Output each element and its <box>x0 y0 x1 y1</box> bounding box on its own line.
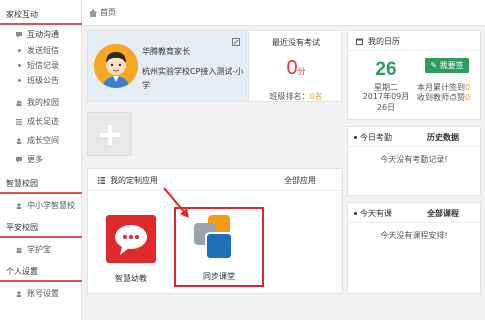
speech-bubble-icon <box>115 225 147 255</box>
add-app-button[interactable] <box>87 112 132 156</box>
home-icon[interactable] <box>89 9 97 17</box>
people-icon <box>16 247 22 253</box>
sidebar-section-safe-campus[interactable]: 平安校园 <box>0 221 82 235</box>
sidebar-item-label: 成长足迹 <box>27 117 59 126</box>
custom-apps-title: 我的定制应用 <box>110 176 158 185</box>
calendar-icon <box>356 38 363 45</box>
sidebar-item-label: 中小学智慧校 <box>27 201 75 210</box>
classes-title: 今天有课 <box>360 209 392 218</box>
breadcrumb[interactable]: 首页 <box>100 7 116 18</box>
list-icon <box>16 119 22 125</box>
sidebar-item-xuehubao[interactable]: 学护宝 <box>0 243 82 257</box>
monthly-sign-in-label: 本月累计签到 <box>417 83 465 92</box>
chat-icon <box>16 157 22 163</box>
avatar[interactable] <box>94 44 138 88</box>
teacher-likes: 收到教师点赞0 <box>417 92 470 103</box>
bullet-icon <box>18 79 21 82</box>
history-data-link[interactable]: 历史数据 <box>427 132 459 143</box>
sidebar-item-label: 账号设置 <box>27 289 59 298</box>
custom-apps-panel: 我的定制应用 全部应用 智慧幼教 同步课堂 <box>87 168 343 294</box>
sidebar-section-smart-campus[interactable]: 智慧校园 <box>0 177 82 191</box>
profile-card: 华腾教育家长 杭州实验学校CP接入测试-小学 <box>87 30 247 102</box>
people-icon <box>16 100 22 106</box>
sidebar-subitem-label: 发送短信 <box>27 46 59 55</box>
sidebar-item-growth-footprint[interactable]: 成长足迹 <box>0 115 82 129</box>
attendance-empty-text: 今天没有考勤记录! <box>380 155 448 164</box>
top-bar: 首页 <box>82 0 485 26</box>
exam-panel: 最近没有考试 0分 班级排名：0名 <box>248 30 342 102</box>
sidebar-item-label: 更多 <box>27 155 43 164</box>
bullet-icon <box>18 49 21 52</box>
sidebar-item-account-settings[interactable]: 账号设置 <box>0 287 82 301</box>
check-in-label: 我要签 <box>439 61 464 70</box>
sidebar-item-more[interactable]: 更多 <box>0 153 82 167</box>
teacher-likes-label: 收到教师点赞 <box>417 93 465 102</box>
all-courses-link[interactable]: 全部课程 <box>427 208 459 219</box>
rank-value: 0名 <box>309 92 323 101</box>
attendance-title: 今日考勤 <box>360 133 392 142</box>
classes-panel: 今天有课 全部课程 今天没有课程安排! <box>347 202 481 294</box>
sidebar: 家校互动 互动沟通 发送短信 短信记录 班级公告 我的校园 成长足迹 成长空间 … <box>0 0 82 320</box>
list-icon <box>98 177 105 184</box>
calendar-date: 2017年09月26日 <box>362 92 410 112</box>
sidebar-section-home-school[interactable]: 家校互动 <box>0 8 82 22</box>
sidebar-item-label: 互动沟通 <box>27 30 59 39</box>
pencil-icon: ✎ <box>430 61 438 70</box>
user-icon <box>16 203 22 209</box>
plus-icon-vertical <box>108 125 112 145</box>
class-rank: 班级排名：0名 <box>249 91 343 102</box>
check-in-button[interactable]: ✎ 我要签 <box>425 58 469 73</box>
sidebar-subitem-label: 班级公告 <box>27 76 59 85</box>
profile-organization: 杭州实验学校CP接入测试-小学 <box>142 67 244 90</box>
exam-title: 最近没有考试 <box>272 38 320 47</box>
boy-avatar-icon <box>94 44 138 88</box>
custom-apps-header: 我的定制应用 全部应用 <box>88 169 342 191</box>
app-smart-preschool[interactable] <box>106 215 156 263</box>
attendance-panel: 今日考勤 历史数据 今天没有考勤记录! <box>347 126 481 196</box>
monthly-sign-in-value: 0 <box>465 83 471 92</box>
rank-label: 班级排名： <box>269 92 310 101</box>
profile-name: 华腾教育家长 <box>142 47 190 56</box>
sidebar-item-label: 学护宝 <box>27 245 51 254</box>
sidebar-section-personal-settings[interactable]: 个人设置 <box>0 265 82 279</box>
calendar-header: 我的日历 <box>348 31 480 51</box>
sidebar-item-label: 我的校园 <box>27 98 59 107</box>
classes-header: 今天有课 全部课程 <box>348 203 480 223</box>
calendar-day: 26 <box>375 59 397 80</box>
exam-score: 0分 <box>249 57 343 80</box>
sync-classroom-app-icon[interactable] <box>192 213 240 261</box>
sidebar-subitem-class-notice[interactable]: 班级公告 <box>0 74 82 87</box>
section-divider <box>0 280 82 282</box>
bullet-icon <box>354 136 357 139</box>
teacher-likes-value: 0 <box>465 93 471 102</box>
sidebar-subitem-sms-records[interactable]: 短信记录 <box>0 59 82 72</box>
edit-icon[interactable] <box>232 38 240 46</box>
sidebar-item-growth-space[interactable]: 成长空间 <box>0 134 82 148</box>
attendance-header: 今日考勤 历史数据 <box>348 127 480 147</box>
bullet-icon <box>354 212 357 215</box>
sidebar-item-interaction[interactable]: 互动沟通 <box>0 28 82 42</box>
bullet-icon <box>18 64 21 67</box>
section-divider <box>0 192 82 194</box>
calendar-panel: 我的日历 26 星期二 2017年09月26日 ✎ 我要签 本月累计签到0 收到… <box>347 30 481 120</box>
user-icon <box>16 291 22 297</box>
sidebar-subitem-send-sms[interactable]: 发送短信 <box>0 44 82 57</box>
chat-icon <box>16 32 22 38</box>
section-divider <box>0 236 82 238</box>
app-label: 同步课堂 <box>203 272 235 281</box>
annotation-arrow-icon <box>163 187 189 218</box>
section-divider <box>0 23 82 25</box>
user-icon <box>16 138 22 144</box>
score-value: 0 <box>286 57 298 79</box>
sidebar-item-label: 成长空间 <box>27 136 59 145</box>
calendar-title: 我的日历 <box>368 37 400 46</box>
sidebar-subitem-label: 短信记录 <box>27 61 59 70</box>
sidebar-item-my-campus[interactable]: 我的校园 <box>0 96 82 110</box>
app-label: 智慧幼教 <box>115 274 147 283</box>
classes-empty-text: 今天没有课程安排! <box>380 231 448 240</box>
all-apps-link[interactable]: 全部应用 <box>284 175 316 186</box>
sidebar-item-smart-school[interactable]: 中小学智慧校 <box>0 199 82 213</box>
score-unit: 分 <box>297 67 306 76</box>
